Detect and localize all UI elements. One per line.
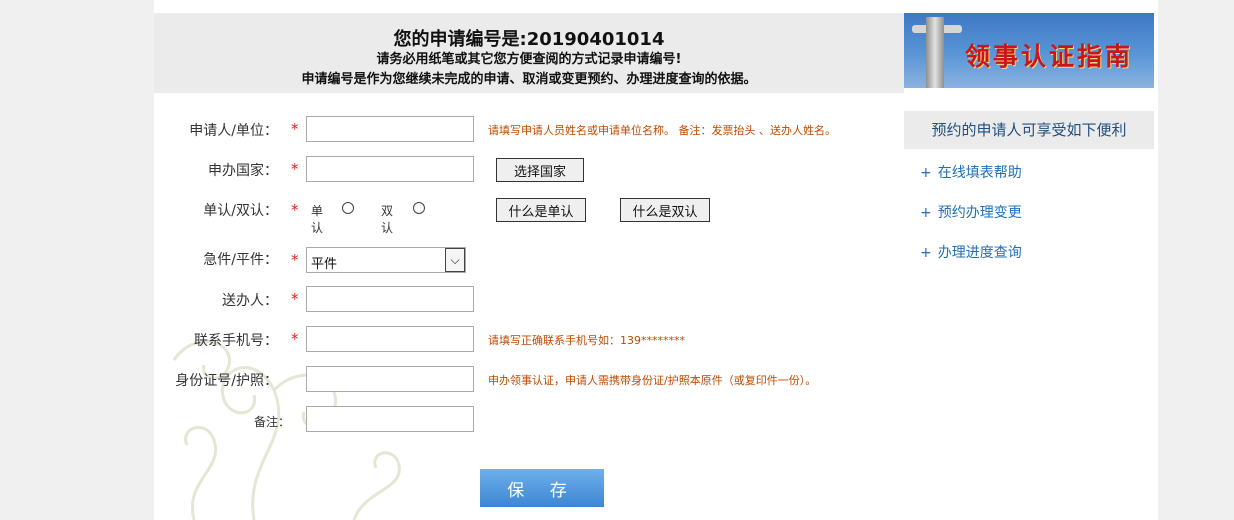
save-button[interactable]: 保 存 [480,469,604,507]
required-mark: * [291,290,299,308]
page-container: 您的申请编号是:20190401014 请务必用纸笔或其它您方便查阅的方式记录申… [154,0,1158,520]
single-radio[interactable] [342,202,354,214]
plus-icon: + [920,205,932,221]
purpose-notice: 申请编号是作为您继续未完成的申请、取消或变更预约、办理进度查询的依据。 [301,72,757,87]
country-label: 申办国家： [208,163,278,179]
sidebar-link-progress-query[interactable]: + 办理进度查询 [920,242,1022,262]
applicant-label: 申请人/单位： [189,123,278,139]
application-number-banner: 您的申请编号是:20190401014 请务必用纸笔或其它您方便查阅的方式记录申… [154,13,904,93]
required-mark: * [291,330,299,348]
phone-label: 联系手机号： [194,333,278,349]
urgency-label: 急件/平件： [203,252,278,268]
double-option-label: 双认 [381,204,394,235]
consular-guide-logo[interactable]: 领事认证指南 [904,13,1154,88]
benefits-heading: 预约的申请人可享受如下便利 [904,111,1154,149]
id-number-hint: 申办领事认证，申请人需携带身份证/护照本原件（或复印件一份）。 [488,374,817,387]
phone-hint: 请填写正确联系手机号如：139******** [488,334,685,347]
applicant-hint: 请填写申请人员姓名或申请单位名称。 备注：发票抬头 、送办人姓名。 [488,124,836,137]
record-notice: 请务必用纸笔或其它您方便查阅的方式记录申请编号! [376,52,682,67]
single-option-label: 单认 [311,204,324,235]
sidebar-link-label: 办理进度查询 [937,245,1022,261]
sidebar-link-online-help[interactable]: + 在线填表帮助 [920,162,1022,182]
plus-icon: + [920,165,932,181]
urgency-selected-value: 平件 [311,257,338,272]
logo-title: 领事认证指南 [964,42,1133,71]
sender-input[interactable] [306,286,474,312]
phone-input[interactable] [306,326,474,352]
sidebar-link-label: 在线填表帮助 [937,165,1022,181]
id-number-label: 身份证号/护照： [175,373,278,389]
required-mark: * [291,251,299,269]
select-country-button[interactable]: 选择国家 [496,158,584,182]
applicant-input[interactable] [306,116,474,142]
sender-label: 送办人： [222,293,278,309]
required-mark: * [291,120,299,138]
what-is-single-button[interactable]: 什么是单认 [496,198,586,222]
id-number-input[interactable] [306,366,474,392]
cert-type-label: 单认/双认： [203,203,278,219]
remark-input[interactable] [306,406,474,432]
chevron-down-icon[interactable]: ⌵ [445,248,465,272]
remark-label: 备注： [253,415,290,429]
country-input[interactable] [306,156,474,182]
urgency-select[interactable]: 平件 ⌵ [306,247,466,273]
top-strip [154,0,1158,13]
required-mark: * [291,201,299,219]
what-is-double-button[interactable]: 什么是双认 [620,198,710,222]
pillar-icon [926,17,944,88]
sidebar-link-label: 预约办理变更 [937,205,1022,221]
plus-icon: + [920,245,932,261]
required-mark: * [291,160,299,178]
double-radio[interactable] [413,202,425,214]
sidebar-link-change-appointment[interactable]: + 预约办理变更 [920,202,1022,222]
